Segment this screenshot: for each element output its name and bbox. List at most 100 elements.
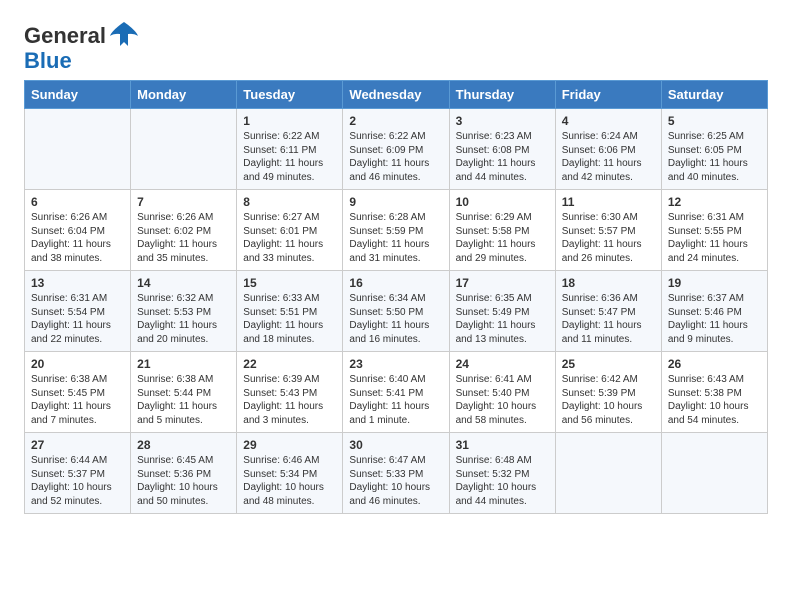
day-number: 6	[31, 195, 124, 209]
day-number: 9	[349, 195, 442, 209]
day-number: 13	[31, 276, 124, 290]
day-number: 29	[243, 438, 336, 452]
day-number: 24	[456, 357, 549, 371]
day-number: 7	[137, 195, 230, 209]
day-cell-11: 11 Sunrise: 6:30 AM Sunset: 5:57 PM Dayli…	[555, 190, 661, 271]
day-number: 18	[562, 276, 655, 290]
cell-text: Sunrise: 6:46 AM Sunset: 5:34 PM Dayligh…	[243, 454, 336, 508]
week-row-1: 1 Sunrise: 6:22 AM Sunset: 6:11 PM Daylig…	[25, 109, 768, 190]
day-cell-14: 14 Sunrise: 6:32 AM Sunset: 5:53 PM Dayli…	[131, 271, 237, 352]
day-cell-17: 17Sunrise: 6:35 AM Sunset: 5:49 PM Dayli…	[449, 271, 555, 352]
empty-cell	[555, 433, 661, 514]
cell-text: Sunrise: 6:38 AM Sunset: 5:44 PM Dayligh…	[137, 373, 230, 427]
weekday-header-row: SundayMondayTuesdayWednesdayThursdayFrid…	[25, 81, 768, 109]
day-cell-19: 19 Sunrise: 6:37 AM Sunset: 5:46 PM Dayli…	[661, 271, 767, 352]
cell-text: Sunrise: 6:33 AM Sunset: 5:51 PM Dayligh…	[243, 292, 336, 346]
day-cell-29: 29 Sunrise: 6:46 AM Sunset: 5:34 PM Dayli…	[237, 433, 343, 514]
day-number: 26	[668, 357, 761, 371]
cell-text: Sunrise: 6:34 AM Sunset: 5:50 PM Dayligh…	[349, 292, 442, 346]
empty-cell	[25, 109, 131, 190]
day-number: 23	[349, 357, 442, 371]
day-cell-27: 27Sunrise: 6:44 AM Sunset: 5:37 PM Dayli…	[25, 433, 131, 514]
cell-text: Sunrise: 6:37 AM Sunset: 5:46 PM Dayligh…	[668, 292, 761, 346]
day-number: 11	[562, 195, 655, 209]
day-number: 1	[243, 114, 336, 128]
day-cell-9: 9 Sunrise: 6:28 AM Sunset: 5:59 PM Daylig…	[343, 190, 449, 271]
header: General Blue	[24, 20, 768, 74]
day-cell-13: 13 Sunrise: 6:31 AM Sunset: 5:54 PM Dayli…	[25, 271, 131, 352]
cell-text: Sunrise: 6:44 AM Sunset: 5:37 PM Dayligh…	[31, 454, 124, 508]
day-cell-16: 16 Sunrise: 6:34 AM Sunset: 5:50 PM Dayli…	[343, 271, 449, 352]
day-number: 5	[668, 114, 761, 128]
logo-bird-icon	[108, 20, 140, 52]
logo-area: General Blue	[24, 20, 140, 74]
day-number: 19	[668, 276, 761, 290]
day-cell-30: 30 Sunrise: 6:47 AM Sunset: 5:33 PM Dayli…	[343, 433, 449, 514]
day-cell-3: 3 Sunrise: 6:23 AM Sunset: 6:08 PM Daylig…	[449, 109, 555, 190]
day-cell-8: 8 Sunrise: 6:27 AM Sunset: 6:01 PM Daylig…	[237, 190, 343, 271]
cell-text: Sunrise: 6:31 AM Sunset: 5:54 PM Dayligh…	[31, 292, 124, 346]
day-cell-23: 23 Sunrise: 6:40 AM Sunset: 5:41 PM Dayli…	[343, 352, 449, 433]
week-row-5: 27Sunrise: 6:44 AM Sunset: 5:37 PM Dayli…	[25, 433, 768, 514]
weekday-header-monday: Monday	[131, 81, 237, 109]
calendar-table: SundayMondayTuesdayWednesdayThursdayFrid…	[24, 80, 768, 514]
day-number: 17	[456, 276, 549, 290]
weekday-header-friday: Friday	[555, 81, 661, 109]
day-cell-22: 22 Sunrise: 6:39 AM Sunset: 5:43 PM Dayli…	[237, 352, 343, 433]
cell-text: Sunrise: 6:22 AM Sunset: 6:11 PM Dayligh…	[243, 130, 336, 184]
cell-text: Sunrise: 6:27 AM Sunset: 6:01 PM Dayligh…	[243, 211, 336, 265]
day-cell-4: 4Sunrise: 6:24 AM Sunset: 6:06 PM Daylig…	[555, 109, 661, 190]
day-cell-5: 5Sunrise: 6:25 AM Sunset: 6:05 PM Daylig…	[661, 109, 767, 190]
cell-text: Sunrise: 6:47 AM Sunset: 5:33 PM Dayligh…	[349, 454, 442, 508]
day-number: 16	[349, 276, 442, 290]
day-number: 15	[243, 276, 336, 290]
cell-text: Sunrise: 6:31 AM Sunset: 5:55 PM Dayligh…	[668, 211, 761, 265]
cell-text: Sunrise: 6:28 AM Sunset: 5:59 PM Dayligh…	[349, 211, 442, 265]
week-row-2: 6Sunrise: 6:26 AM Sunset: 6:04 PM Daylig…	[25, 190, 768, 271]
day-number: 20	[31, 357, 124, 371]
day-number: 22	[243, 357, 336, 371]
day-cell-18: 18Sunrise: 6:36 AM Sunset: 5:47 PM Dayli…	[555, 271, 661, 352]
cell-text: Sunrise: 6:30 AM Sunset: 5:57 PM Dayligh…	[562, 211, 655, 265]
cell-text: Sunrise: 6:26 AM Sunset: 6:02 PM Dayligh…	[137, 211, 230, 265]
day-number: 10	[456, 195, 549, 209]
cell-text: Sunrise: 6:23 AM Sunset: 6:08 PM Dayligh…	[456, 130, 549, 184]
day-number: 31	[456, 438, 549, 452]
day-number: 30	[349, 438, 442, 452]
day-cell-12: 12 Sunrise: 6:31 AM Sunset: 5:55 PM Dayli…	[661, 190, 767, 271]
cell-text: Sunrise: 6:24 AM Sunset: 6:06 PM Dayligh…	[562, 130, 655, 184]
weekday-header-tuesday: Tuesday	[237, 81, 343, 109]
day-number: 12	[668, 195, 761, 209]
logo-general-text: General	[24, 23, 106, 49]
day-cell-26: 26 Sunrise: 6:43 AM Sunset: 5:38 PM Dayli…	[661, 352, 767, 433]
day-number: 8	[243, 195, 336, 209]
day-number: 21	[137, 357, 230, 371]
day-number: 3	[456, 114, 549, 128]
empty-cell	[131, 109, 237, 190]
day-cell-1: 1 Sunrise: 6:22 AM Sunset: 6:11 PM Daylig…	[237, 109, 343, 190]
cell-text: Sunrise: 6:39 AM Sunset: 5:43 PM Dayligh…	[243, 373, 336, 427]
week-row-3: 13 Sunrise: 6:31 AM Sunset: 5:54 PM Dayli…	[25, 271, 768, 352]
day-number: 14	[137, 276, 230, 290]
logo-blue-text: Blue	[24, 48, 72, 74]
cell-text: Sunrise: 6:42 AM Sunset: 5:39 PM Dayligh…	[562, 373, 655, 427]
cell-text: Sunrise: 6:32 AM Sunset: 5:53 PM Dayligh…	[137, 292, 230, 346]
weekday-header-wednesday: Wednesday	[343, 81, 449, 109]
day-cell-15: 15 Sunrise: 6:33 AM Sunset: 5:51 PM Dayli…	[237, 271, 343, 352]
cell-text: Sunrise: 6:43 AM Sunset: 5:38 PM Dayligh…	[668, 373, 761, 427]
day-cell-6: 6Sunrise: 6:26 AM Sunset: 6:04 PM Daylig…	[25, 190, 131, 271]
day-cell-2: 2Sunrise: 6:22 AM Sunset: 6:09 PM Daylig…	[343, 109, 449, 190]
day-cell-31: 31 Sunrise: 6:48 AM Sunset: 5:32 PM Dayli…	[449, 433, 555, 514]
day-cell-24: 24 Sunrise: 6:41 AM Sunset: 5:40 PM Dayli…	[449, 352, 555, 433]
empty-cell	[661, 433, 767, 514]
weekday-header-saturday: Saturday	[661, 81, 767, 109]
day-cell-21: 21 Sunrise: 6:38 AM Sunset: 5:44 PM Dayli…	[131, 352, 237, 433]
day-cell-25: 25Sunrise: 6:42 AM Sunset: 5:39 PM Dayli…	[555, 352, 661, 433]
cell-text: Sunrise: 6:41 AM Sunset: 5:40 PM Dayligh…	[456, 373, 549, 427]
day-cell-28: 28Sunrise: 6:45 AM Sunset: 5:36 PM Dayli…	[131, 433, 237, 514]
week-row-4: 20Sunrise: 6:38 AM Sunset: 5:45 PM Dayli…	[25, 352, 768, 433]
cell-text: Sunrise: 6:48 AM Sunset: 5:32 PM Dayligh…	[456, 454, 549, 508]
cell-text: Sunrise: 6:40 AM Sunset: 5:41 PM Dayligh…	[349, 373, 442, 427]
day-cell-20: 20Sunrise: 6:38 AM Sunset: 5:45 PM Dayli…	[25, 352, 131, 433]
weekday-header-sunday: Sunday	[25, 81, 131, 109]
